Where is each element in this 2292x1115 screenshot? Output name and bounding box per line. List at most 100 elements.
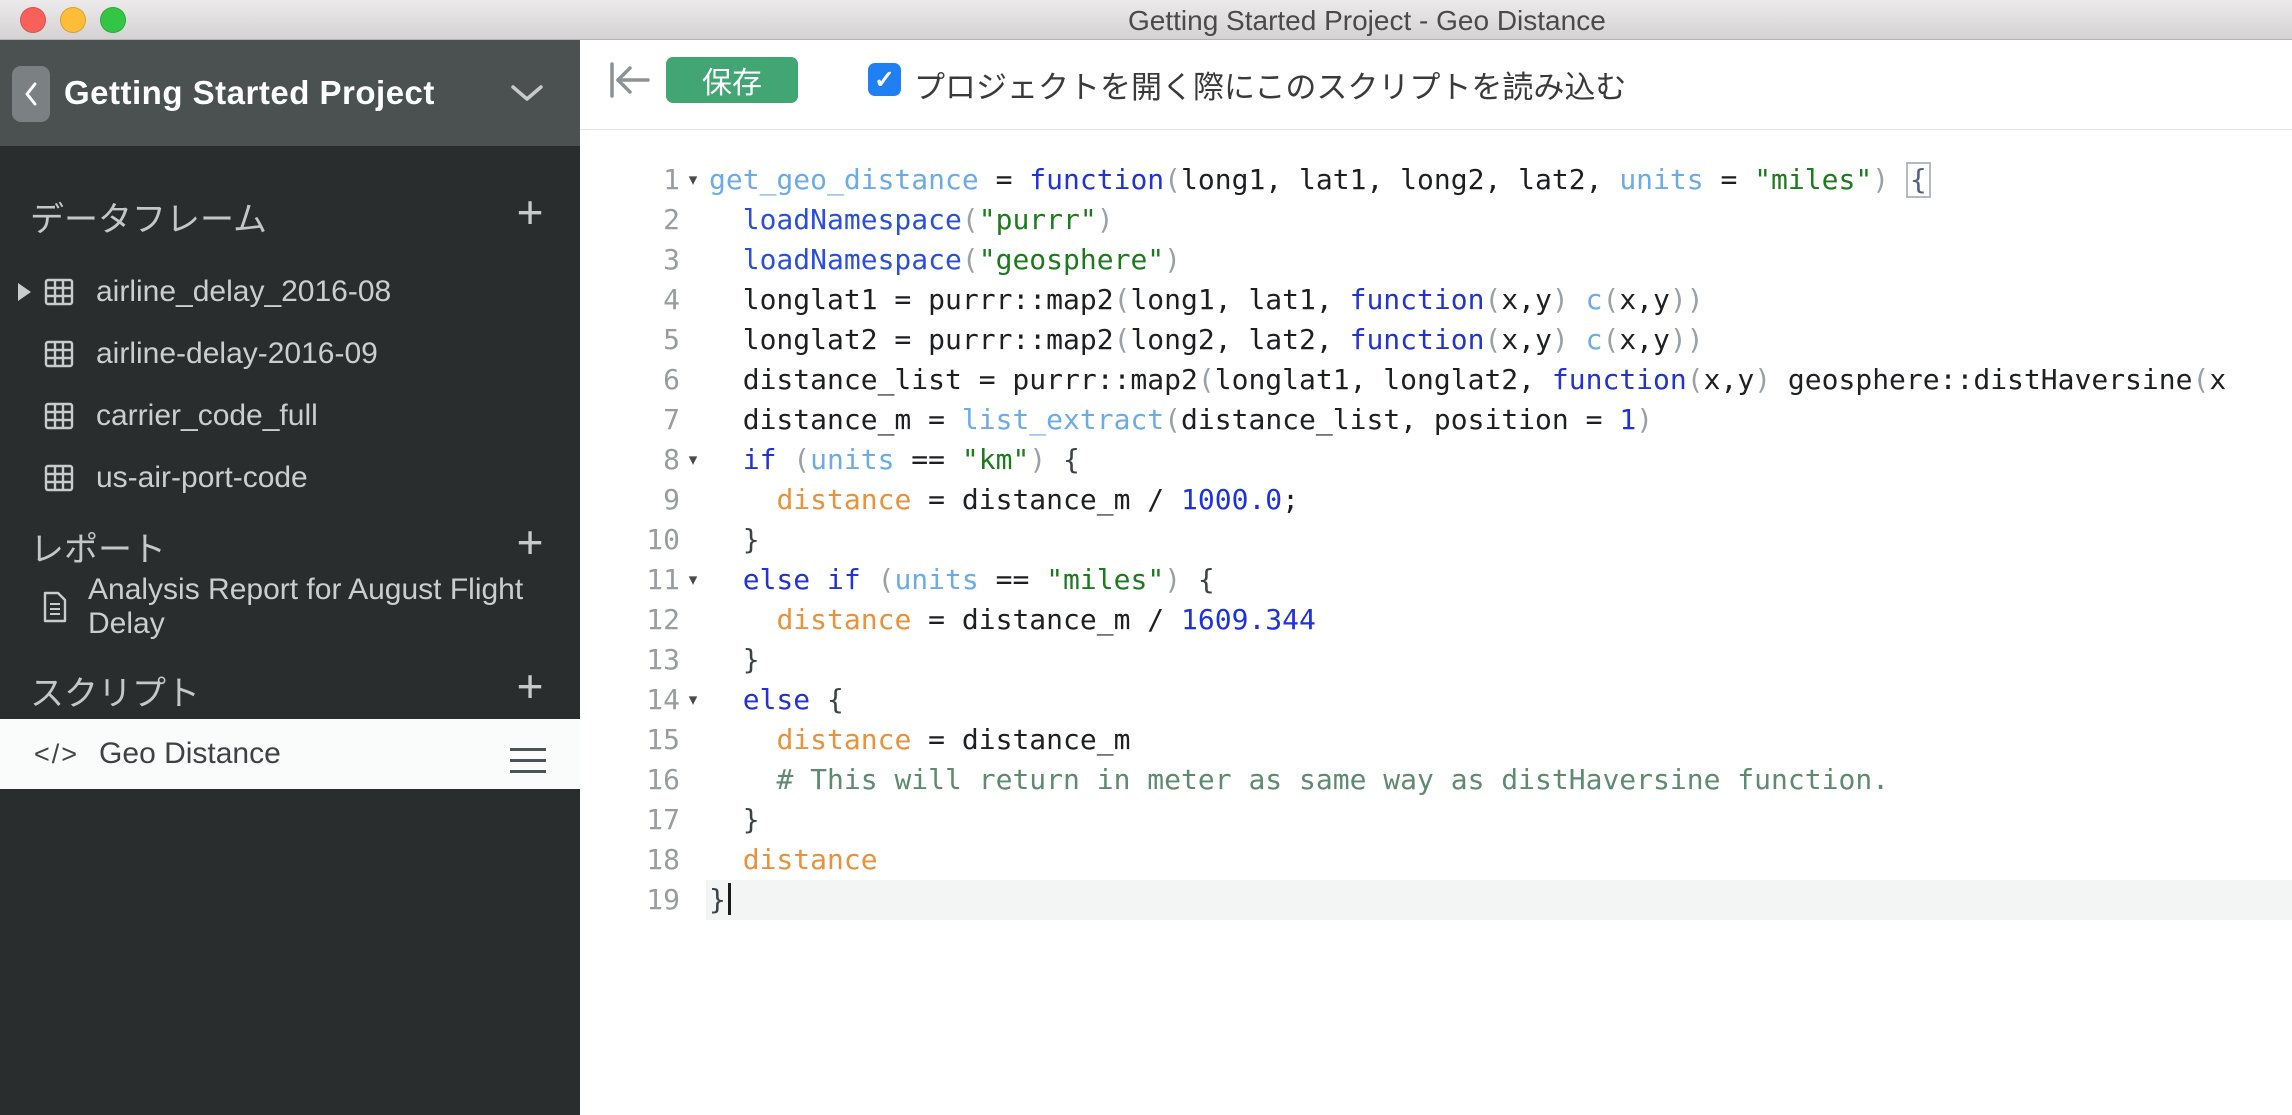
code-line[interactable]: 6 distance_list = purrr::map2(longlat1, … [580, 360, 2292, 400]
add-dataframe-button[interactable]: + [508, 190, 552, 238]
add-script-button[interactable]: + [508, 664, 552, 712]
project-title: Getting Started Project [64, 40, 435, 146]
line-number: 8 [580, 440, 680, 480]
code-line[interactable]: 13 } [580, 640, 2292, 680]
fold-gutter [680, 760, 706, 800]
code-line[interactable]: 17 } [580, 800, 2292, 840]
section-scripts: スクリプト [30, 666, 200, 715]
fold-gutter [680, 800, 706, 840]
titlebar: Getting Started Project - Geo Distance [0, 0, 2292, 40]
fold-gutter [680, 640, 706, 680]
line-number: 10 [580, 520, 680, 560]
fold-gutter [680, 600, 706, 640]
line-number: 14 [580, 680, 680, 720]
line-number: 15 [580, 720, 680, 760]
add-report-button[interactable]: + [508, 520, 552, 568]
main-pane: 保存 ✓ プロジェクトを開く際にこのスクリプトを読み込む 1▾get_geo_d… [580, 40, 2292, 1115]
line-number: 2 [580, 200, 680, 240]
checkmark-icon: ✓ [874, 65, 895, 95]
code-line[interactable]: 7 distance_m = list_extract(distance_lis… [580, 400, 2292, 440]
line-number: 9 [580, 480, 680, 520]
text-cursor [728, 883, 731, 915]
fold-gutter [680, 880, 706, 920]
line-number: 11 [580, 560, 680, 600]
fold-gutter [680, 360, 706, 400]
load-script-checkbox[interactable]: ✓ [868, 63, 901, 96]
expander-icon[interactable] [18, 283, 32, 301]
table-icon [44, 401, 74, 431]
line-number: 4 [580, 280, 680, 320]
fold-toggle-icon[interactable]: ▾ [680, 680, 706, 720]
line-number: 12 [580, 600, 680, 640]
code-line[interactable]: 11▾ else if (units == "miles") { [580, 560, 2292, 600]
sidebar-item-dataframe[interactable]: airline-delay-2016-09 [0, 323, 580, 385]
code-line[interactable]: 3 loadNamespace("geosphere") [580, 240, 2292, 280]
line-number: 3 [580, 240, 680, 280]
code-line[interactable]: 4 longlat1 = purrr::map2(long1, lat1, fu… [580, 280, 2292, 320]
line-number: 16 [580, 760, 680, 800]
code-line[interactable]: 18 distance [580, 840, 2292, 880]
fold-gutter [680, 720, 706, 760]
sidebar: Getting Started Project データフレーム + airlin… [0, 40, 580, 1115]
fold-gutter [680, 280, 706, 320]
line-number: 5 [580, 320, 680, 360]
script-label: Geo Distance [99, 737, 281, 771]
fold-gutter [680, 240, 706, 280]
line-number: 19 [580, 880, 680, 920]
line-number: 18 [580, 840, 680, 880]
sidebar-item-script-selected[interactable]: </> Geo Distance [0, 719, 580, 789]
chevron-left-icon [23, 81, 39, 107]
traffic-light-zoom[interactable] [100, 7, 126, 33]
code-editor[interactable]: 1▾get_geo_distance = function(long1, lat… [580, 130, 2292, 1115]
sidebar-header: Getting Started Project [0, 40, 580, 146]
sidebar-item-report[interactable]: Analysis Report for August Flight Delay [0, 576, 580, 638]
code-icon: </> [34, 739, 79, 770]
section-dataframes: データフレーム [30, 192, 267, 241]
code-line[interactable]: 8▾ if (units == "km") { [580, 440, 2292, 480]
sidebar-item-dataframe[interactable]: us-air-port-code [0, 447, 580, 509]
dataframe-label: airline-delay-2016-09 [96, 337, 378, 371]
table-icon [44, 339, 74, 369]
table-icon [44, 277, 74, 307]
fold-gutter [680, 200, 706, 240]
save-button[interactable]: 保存 [666, 57, 798, 103]
document-icon [42, 591, 68, 623]
line-number: 17 [580, 800, 680, 840]
collapse-sidebar-icon[interactable] [608, 60, 652, 100]
report-label: Analysis Report for August Flight Delay [88, 573, 580, 641]
traffic-light-minimize[interactable] [60, 7, 86, 33]
traffic-light-close[interactable] [20, 7, 46, 33]
fold-gutter [680, 480, 706, 520]
code-line[interactable]: 12 distance = distance_m / 1609.344 [580, 600, 2292, 640]
code-line[interactable]: 2 loadNamespace("purrr") [580, 200, 2292, 240]
section-reports: レポート [30, 522, 166, 571]
code-line[interactable]: 9 distance = distance_m / 1000.0; [580, 480, 2292, 520]
code-line[interactable]: 14▾ else { [580, 680, 2292, 720]
fold-gutter [680, 840, 706, 880]
code-line[interactable]: 15 distance = distance_m [580, 720, 2292, 760]
code-line[interactable]: 1▾get_geo_distance = function(long1, lat… [580, 160, 2292, 200]
load-script-checkbox-label: プロジェクトを開く際にこのスクリプトを読み込む [914, 62, 1626, 107]
app-window: Getting Started Project - Geo Distance G… [0, 0, 2292, 1115]
fold-toggle-icon[interactable]: ▾ [680, 560, 706, 600]
sidebar-item-dataframe[interactable]: airline_delay_2016-08 [0, 261, 580, 323]
code-lines: 1▾get_geo_distance = function(long1, lat… [580, 160, 2292, 920]
table-icon [44, 463, 74, 493]
code-line[interactable]: 16 # This will return in meter as same w… [580, 760, 2292, 800]
line-number: 7 [580, 400, 680, 440]
chevron-down-icon[interactable] [510, 84, 544, 102]
fold-toggle-icon[interactable]: ▾ [680, 440, 706, 480]
script-menu-icon[interactable] [510, 740, 546, 781]
sidebar-item-dataframe[interactable]: carrier_code_full [0, 385, 580, 447]
back-button[interactable] [12, 66, 50, 122]
fold-gutter [680, 520, 706, 560]
fold-toggle-icon[interactable]: ▾ [680, 160, 706, 200]
line-number: 6 [580, 360, 680, 400]
fold-gutter [680, 320, 706, 360]
line-number: 13 [580, 640, 680, 680]
code-line[interactable]: 19} [580, 880, 2292, 920]
dataframe-label: carrier_code_full [96, 399, 318, 433]
window-title: Getting Started Project - Geo Distance [1128, 5, 1606, 37]
code-line[interactable]: 10 } [580, 520, 2292, 560]
code-line[interactable]: 5 longlat2 = purrr::map2(long2, lat2, fu… [580, 320, 2292, 360]
